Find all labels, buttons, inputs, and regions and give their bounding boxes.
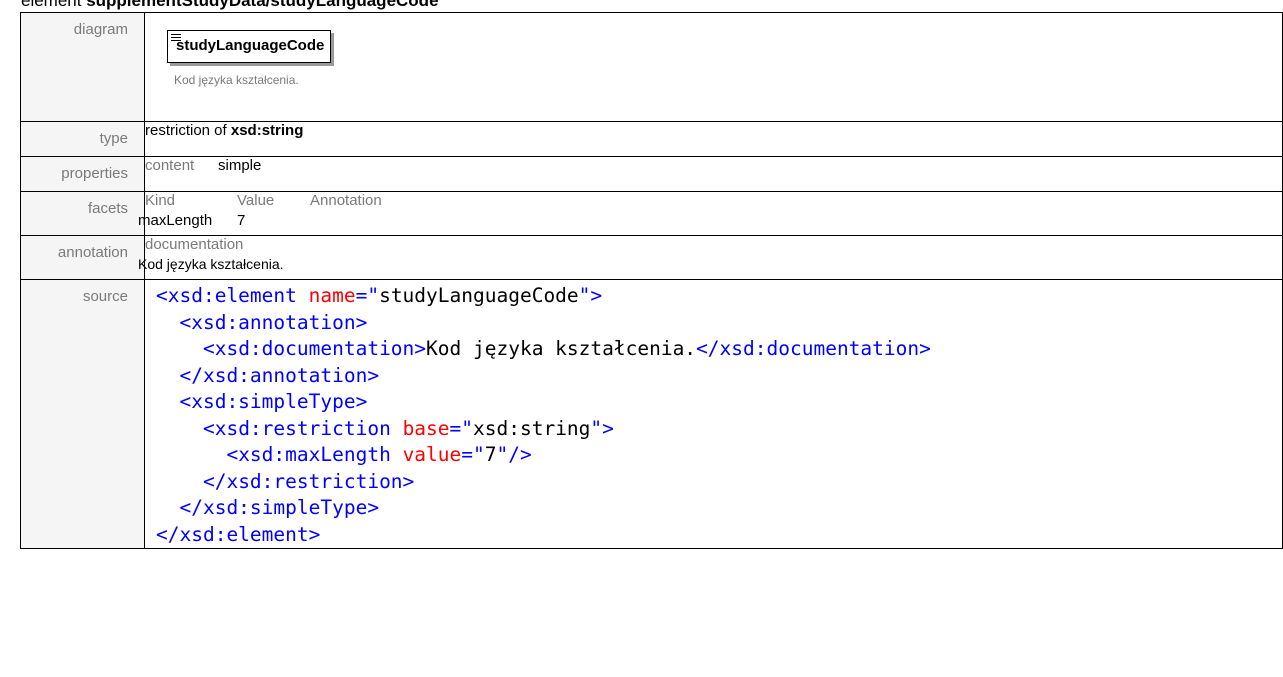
element-diagram-name: studyLanguageCode: [176, 37, 325, 54]
type-row: type restriction of xsd:string: [20, 121, 1283, 157]
source-token: [156, 496, 179, 519]
type-cell: restriction of xsd:string: [144, 121, 1283, 157]
source-token: "/>: [496, 443, 532, 466]
facets-header-kind: Kind: [145, 192, 176, 209]
source-line: <xsd:simpleType>: [156, 389, 1282, 416]
annotation-text: Kod języka kształcenia.: [138, 256, 284, 272]
source-token: studyLanguageCode: [379, 284, 579, 307]
annotation-label: annotation: [20, 235, 145, 280]
source-token: [156, 443, 226, 466]
facets-label: facets: [20, 191, 145, 236]
source-line: <xsd:documentation>Kod języka kształceni…: [156, 336, 1282, 363]
source-token: <xsd:simpleType>: [179, 390, 368, 413]
source-token: [156, 470, 203, 493]
source-line: <xsd:restriction base="xsd:string">: [156, 416, 1282, 443]
source-line: <xsd:element name="studyLanguageCode">: [156, 283, 1282, 310]
source-token: value: [402, 443, 462, 466]
source-token: <xsd:documentation>: [202, 337, 427, 360]
source-token: 7: [484, 443, 497, 466]
source-token: <xsd:annotation>: [179, 310, 368, 334]
facets-header-value: Value: [237, 192, 275, 209]
diagram-cell: studyLanguageCode Kod języka kształcenia…: [144, 12, 1283, 122]
source-line: </xsd:simpleType>: [156, 495, 1282, 522]
source-token: <xsd:element: [156, 284, 309, 307]
type-label: type: [20, 121, 145, 157]
source-token: [156, 364, 179, 387]
source-token: </xsd:restriction>: [202, 469, 415, 493]
source-token: =": [449, 416, 474, 440]
source-token: <xsd:maxLength: [226, 443, 403, 466]
source-line: <xsd:annotation>: [156, 310, 1282, 337]
element-diagram-box[interactable]: studyLanguageCode: [167, 30, 331, 63]
source-token: Kod języka kształcenia.: [426, 337, 697, 360]
source-token: </xsd:element>: [156, 522, 321, 546]
source-token: [156, 390, 179, 413]
diagram-label: diagram: [20, 12, 145, 122]
annotation-header: documentation: [145, 236, 244, 253]
heading-path: supplementStudyData/studyLanguageCode: [86, 0, 439, 10]
source-line: </xsd:annotation>: [156, 363, 1282, 390]
properties-cell: content simple: [144, 156, 1283, 192]
property-key: content: [145, 157, 195, 174]
source-label: source: [20, 279, 145, 549]
annotation-row: annotation documentation Kod języka kszt…: [20, 235, 1283, 280]
source-token: ">: [578, 284, 603, 307]
page-heading: element supplementStudyData/studyLanguag…: [21, 0, 439, 11]
source-token: </xsd:documentation>: [696, 337, 931, 360]
source-token: [156, 337, 203, 360]
properties-row: properties content simple: [20, 156, 1283, 192]
source-token: base: [402, 416, 450, 440]
facets-cell: Kind Value Annotation maxLength 7: [138, 191, 1283, 236]
source-token: </xsd:simpleType>: [179, 496, 380, 519]
source-token: =": [461, 443, 485, 466]
property-value: simple: [218, 157, 262, 174]
properties-label: properties: [20, 156, 145, 192]
source-code: <xsd:element name="studyLanguageCode"> <…: [145, 280, 1282, 548]
diagram-documentation: Kod języka kształcenia.: [174, 73, 299, 87]
type-prefix: restriction of: [145, 122, 231, 139]
annotation-cell: documentation Kod języka kształcenia.: [138, 235, 1283, 280]
source-token: [156, 417, 203, 440]
source-row: source <xsd:element name="studyLanguageC…: [20, 279, 1283, 549]
diagram-row: diagram studyLanguageCode Kod języka ksz…: [20, 12, 1283, 122]
element-doc-table: diagram studyLanguageCode Kod języka ksz…: [20, 12, 1283, 549]
source-token: name: [308, 284, 356, 307]
facets-header-annotation: Annotation: [310, 192, 382, 209]
source-token: =": [355, 284, 380, 307]
source-line: </xsd:element>: [156, 522, 1282, 549]
type-base-link[interactable]: xsd:string: [231, 122, 304, 139]
source-line: <xsd:maxLength value="7"/>: [156, 442, 1282, 469]
heading-prefix: element: [21, 0, 87, 10]
facets-header: Kind Value Annotation: [145, 192, 1282, 212]
source-line: </xsd:restriction>: [156, 469, 1282, 496]
source-token: <xsd:restriction: [202, 416, 403, 440]
facet-value: 7: [237, 212, 246, 229]
facets-row: facets Kind Value Annotation maxLength 7: [20, 191, 1283, 236]
facet-row: maxLength 7: [138, 212, 1282, 232]
source-token: [156, 311, 179, 334]
source-cell: <xsd:element name="studyLanguageCode"> <…: [144, 279, 1283, 549]
source-token: xsd:string: [473, 416, 591, 440]
source-token: </xsd:annotation>: [179, 363, 380, 387]
source-token: ">: [590, 416, 614, 440]
facet-kind: maxLength: [138, 212, 213, 229]
